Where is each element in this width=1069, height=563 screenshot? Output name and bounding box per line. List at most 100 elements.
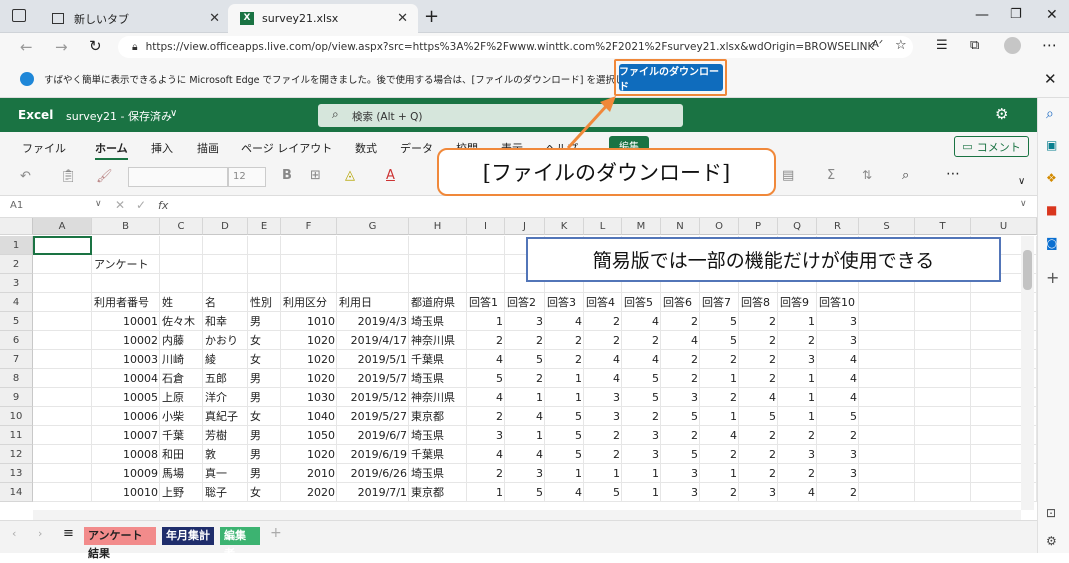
column-header[interactable]: L [584,218,622,235]
shopping-icon[interactable]: ▣ [1046,138,1057,152]
row-header[interactable]: 1 [0,236,33,255]
grid-cell[interactable] [281,236,337,255]
row-header[interactable]: 3 [0,274,33,293]
grid-cell[interactable] [859,388,915,407]
expand-ribbon-icon[interactable]: ∨ [1018,176,1025,187]
grid-cell[interactable] [92,236,160,255]
column-header[interactable]: Q [778,218,817,235]
grid-cell[interactable] [203,236,248,255]
chevron-down-icon[interactable]: ∨ [170,108,177,119]
format-painter-icon[interactable]: 🖌︎ [96,169,113,184]
close-tab-icon[interactable]: ✕ [397,11,408,26]
grid-cell[interactable] [915,331,971,350]
grid-cell[interactable] [337,274,409,293]
row-header[interactable]: 11 [0,426,33,445]
grid-cell[interactable] [33,445,92,464]
menu-page-layout[interactable]: ページ レイアウト [241,140,332,156]
grid-cell[interactable] [33,426,92,445]
tab-new[interactable]: 新しいタブ ✕ [40,4,230,33]
menu-formulas[interactable]: 数式 [355,140,377,156]
close-tab-icon[interactable]: ✕ [209,11,220,26]
collections-icon[interactable]: ⧉ [970,38,979,53]
grid-cell[interactable] [467,274,505,293]
outlook-icon[interactable]: ◙ [1046,236,1058,250]
grid-cell[interactable] [33,255,92,274]
column-header[interactable]: O [700,218,739,235]
grid-cell[interactable] [859,464,915,483]
grid-cell[interactable] [859,483,915,502]
grid-cell[interactable] [467,255,505,274]
row-header[interactable]: 8 [0,369,33,388]
font-name-select[interactable] [128,167,228,187]
grid-cell[interactable] [33,388,92,407]
borders-icon[interactable]: ⊞ [310,168,321,183]
grid-cell[interactable] [915,293,971,312]
all-sheets-icon[interactable]: ≡ [63,526,74,541]
more-commands-icon[interactable]: ⋯ [946,166,960,182]
grid-cell[interactable] [33,350,92,369]
close-window-icon[interactable]: ✕ [1046,7,1058,23]
prev-sheet-icon[interactable]: ‹ [12,527,16,540]
comments-button[interactable]: ▭ コメント [954,136,1029,157]
row-header[interactable]: 2 [0,255,33,274]
column-header[interactable]: J [505,218,545,235]
column-header[interactable]: K [545,218,584,235]
profile-icon[interactable] [1004,37,1021,54]
grid-cell[interactable] [92,274,160,293]
grid-cell[interactable] [859,369,915,388]
tab-actions-icon[interactable] [12,9,26,22]
grid-cell[interactable] [33,293,92,312]
grid-cell[interactable] [33,331,92,350]
grid-cell[interactable] [915,369,971,388]
office-icon[interactable]: ■ [1046,203,1057,217]
more-icon[interactable]: ⋯ [1042,36,1057,54]
sheet-tab[interactable]: 編集者 [220,527,260,560]
select-all-corner[interactable] [0,218,33,235]
row-header[interactable]: 4 [0,293,33,312]
sheet-tab[interactable]: アンケート結果 [84,527,156,560]
column-header[interactable]: H [409,218,467,235]
row-header[interactable]: 13 [0,464,33,483]
name-box[interactable]: A1 [10,200,23,211]
column-header[interactable]: G [337,218,409,235]
grid-cell[interactable] [859,407,915,426]
grid-cell[interactable] [859,445,915,464]
menu-file[interactable]: ファイル [22,140,66,156]
grid-cell[interactable] [915,312,971,331]
column-header[interactable]: M [622,218,661,235]
menu-data[interactable]: データ [400,140,433,156]
bold-icon[interactable]: B [282,168,292,183]
chevron-down-icon[interactable]: ∨ [95,199,102,209]
column-header[interactable]: F [281,218,337,235]
grid-cell[interactable] [248,274,281,293]
grid-cell[interactable] [859,331,915,350]
column-header[interactable]: P [739,218,778,235]
sidebar-layout-icon[interactable]: ⊡ [1046,506,1056,520]
grid-cell[interactable] [248,255,281,274]
grid-cell[interactable] [337,255,409,274]
column-header[interactable]: D [203,218,248,235]
menu-draw[interactable]: 描画 [197,140,219,156]
horizontal-scrollbar[interactable] [33,510,1021,520]
row-header[interactable]: 6 [0,331,33,350]
read-aloud-icon[interactable]: Aᐟ [872,39,883,50]
row-header[interactable]: 9 [0,388,33,407]
menu-insert[interactable]: 挿入 [151,140,173,156]
clipboard-icon[interactable]: 📋︎ [60,169,77,184]
column-header[interactable]: T [915,218,971,235]
sort-filter-icon[interactable]: ⇅ [862,168,872,182]
settings-gear-icon[interactable]: ⚙ [995,105,1008,123]
close-infobar-icon[interactable]: ✕ [1044,70,1057,88]
grid-cell[interactable] [337,236,409,255]
tools-icon[interactable]: ❖ [1046,171,1057,185]
sidebar-settings-icon[interactable]: ⚙ [1046,534,1057,548]
grid-cell[interactable] [915,426,971,445]
grid-cell[interactable] [33,369,92,388]
search-icon[interactable]: ⌕ [1046,106,1054,122]
column-header[interactable]: I [467,218,505,235]
grid-cell[interactable] [33,407,92,426]
row-header[interactable]: 14 [0,483,33,502]
grid-cell[interactable] [859,293,915,312]
restore-icon[interactable]: ❐ [1010,7,1022,22]
grid-cell[interactable] [33,483,92,502]
